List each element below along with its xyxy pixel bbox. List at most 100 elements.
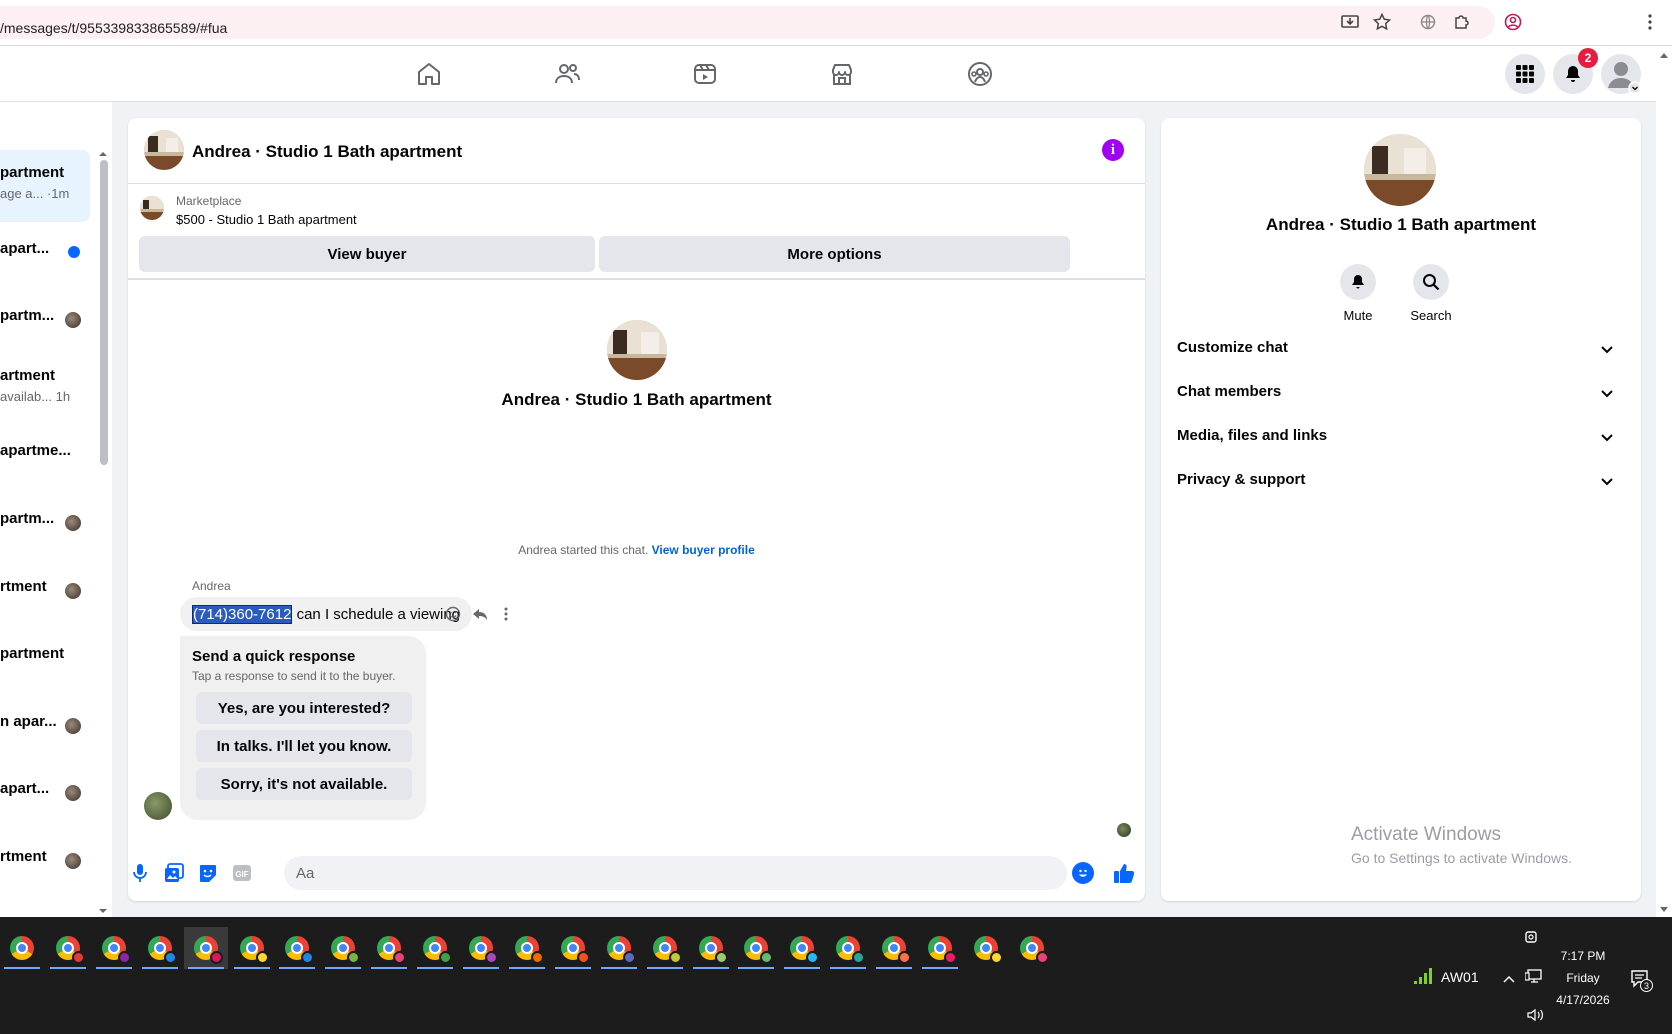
bookmark-star-icon[interactable]	[1371, 11, 1393, 33]
taskbar-chrome-window[interactable]	[1010, 927, 1054, 969]
quick-reply-interested[interactable]: Yes, are you interested?	[196, 692, 412, 724]
conversation-item[interactable]: rtment	[0, 556, 90, 628]
taskbar-chrome-window[interactable]	[183, 927, 228, 969]
conversation-item[interactable]: apart...	[0, 758, 90, 830]
browser-menu-icon[interactable]	[1639, 11, 1661, 33]
taskbar-chrome-window[interactable]	[92, 927, 136, 969]
taskbar-chrome-window[interactable]	[138, 927, 182, 969]
extensions-icon[interactable]	[1451, 11, 1473, 33]
taskbar-chrome-window[interactable]	[459, 927, 503, 969]
conversation-item[interactable]: apartme...	[0, 420, 90, 492]
section-label: Privacy & support	[1177, 471, 1306, 488]
more-options-button[interactable]: More options	[599, 236, 1070, 272]
chrome-icon	[652, 936, 682, 964]
profile-badge-icon	[117, 951, 131, 964]
mute-action[interactable]: Mute	[1328, 264, 1388, 323]
taskbar-chrome-window[interactable]	[551, 927, 595, 969]
gif-icon[interactable]: GIF	[230, 861, 254, 885]
address-bar[interactable]: /messages/t/955339833865589/#fua	[0, 6, 1495, 39]
reply-icon[interactable]	[470, 604, 490, 624]
view-buyer-button[interactable]: View buyer	[139, 236, 595, 272]
taskbar-chrome-window[interactable]	[321, 927, 365, 969]
install-app-icon[interactable]	[1339, 11, 1361, 33]
taskbar-chrome-window[interactable]	[964, 927, 1008, 969]
message-input[interactable]	[296, 856, 996, 890]
profile-badge-icon	[71, 951, 85, 964]
volume-icon[interactable]	[1527, 1008, 1545, 1027]
mute-bell-icon[interactable]	[1340, 264, 1376, 300]
conversation-item[interactable]: n apar...	[0, 691, 90, 763]
sticker-icon[interactable]	[196, 861, 220, 885]
section-customize-chat[interactable]: Customize chat	[1177, 329, 1625, 369]
info-panel-avatar[interactable]	[1364, 134, 1436, 206]
taskbar-chrome-window[interactable]	[505, 927, 549, 969]
conversation-info-icon[interactable]: i	[1102, 139, 1124, 161]
groups-icon[interactable]	[966, 60, 994, 88]
taskbar-chrome-window[interactable]	[367, 927, 411, 969]
voice-clip-icon[interactable]	[128, 861, 152, 885]
taskbar-chrome-window[interactable]	[872, 927, 916, 969]
conversation-list-scroll-thumb[interactable]	[100, 160, 108, 465]
taskbar-chrome-window[interactable]	[780, 927, 824, 969]
section-media-files-links[interactable]: Media, files and links	[1177, 417, 1625, 457]
listing-title-price[interactable]: $500 - Studio 1 Bath apartment	[176, 212, 357, 227]
conversation-item[interactable]: rtment	[0, 826, 90, 898]
taskbar-chrome-window[interactable]	[597, 927, 641, 969]
show-hidden-icons-chevron-icon[interactable]	[1502, 971, 1516, 989]
quick-reply-not-available[interactable]: Sorry, it's not available.	[196, 768, 412, 800]
taskbar-chrome-window[interactable]	[826, 927, 870, 969]
taskbar-chrome-window[interactable]	[689, 927, 733, 969]
buyer-avatar[interactable]	[144, 792, 172, 820]
display-icon[interactable]	[1524, 969, 1543, 990]
taskbar-chrome-window[interactable]	[413, 927, 457, 969]
search-icon[interactable]	[1413, 264, 1449, 300]
taskbar-chrome-window[interactable]	[275, 927, 319, 969]
section-chat-members[interactable]: Chat members	[1177, 373, 1625, 413]
taskbar-chrome-window[interactable]	[643, 927, 687, 969]
view-buyer-profile-link[interactable]: View buyer profile	[652, 543, 755, 557]
message-input-box[interactable]	[284, 856, 1067, 890]
more-actions-icon[interactable]	[496, 604, 516, 624]
account-avatar[interactable]	[1601, 54, 1641, 94]
running-indicator	[187, 967, 224, 969]
clock-date[interactable]: 4/17/2026	[1550, 993, 1616, 1007]
taskbar-chrome-window[interactable]	[734, 927, 778, 969]
profile-icon[interactable]	[1502, 11, 1524, 33]
marketplace-icon[interactable]	[828, 60, 856, 88]
clock-day[interactable]: Friday	[1558, 971, 1608, 985]
chrome-icon	[1019, 936, 1049, 964]
conversation-item[interactable]: partment age a... ·1m	[0, 150, 90, 222]
page-scrollbar[interactable]	[1656, 46, 1672, 917]
taskbar-chrome-window[interactable]	[0, 927, 44, 969]
menu-grid-icon[interactable]	[1505, 54, 1545, 94]
conversation-item[interactable]: artment availab... 1h	[0, 353, 90, 425]
taskbar-chrome-window[interactable]	[918, 927, 962, 969]
conversation-item[interactable]: partm...	[0, 285, 90, 357]
message-bubble[interactable]: (714)360-7612 can I schedule a viewing	[180, 597, 473, 631]
meet-now-icon[interactable]	[1524, 929, 1540, 950]
attach-photo-icon[interactable]	[162, 861, 186, 885]
network-signal-icon[interactable]	[1412, 966, 1436, 991]
network-name[interactable]: AW01	[1441, 969, 1479, 985]
search-action[interactable]: Search	[1401, 264, 1461, 323]
react-emoji-icon[interactable]	[443, 604, 463, 624]
svg-text:GIF: GIF	[235, 870, 248, 879]
chat-title[interactable]: Andrea · Studio 1 Bath apartment	[192, 142, 462, 162]
notification-center-icon[interactable]: 3	[1630, 969, 1653, 992]
conversation-item[interactable]: apart...	[0, 218, 90, 290]
home-icon[interactable]	[415, 60, 443, 88]
message-phone-number[interactable]: (714)360-7612	[192, 604, 293, 624]
listing-avatar[interactable]	[144, 130, 184, 170]
taskbar-chrome-window[interactable]	[230, 927, 274, 969]
conversation-item[interactable]: partment	[0, 623, 90, 695]
video-icon[interactable]	[691, 60, 719, 88]
quick-reply-in-talks[interactable]: In talks. I'll let you know.	[196, 730, 412, 762]
clock-time[interactable]: 7:17 PM	[1558, 949, 1608, 963]
conversation-item[interactable]: partm...	[0, 488, 90, 560]
friends-icon[interactable]	[553, 60, 581, 88]
translate-icon[interactable]	[1417, 11, 1439, 33]
section-privacy-support[interactable]: Privacy & support	[1177, 461, 1625, 501]
emoji-picker-icon[interactable]	[1072, 862, 1094, 884]
like-thumb-icon[interactable]	[1112, 861, 1136, 885]
taskbar-chrome-window[interactable]	[46, 927, 90, 969]
